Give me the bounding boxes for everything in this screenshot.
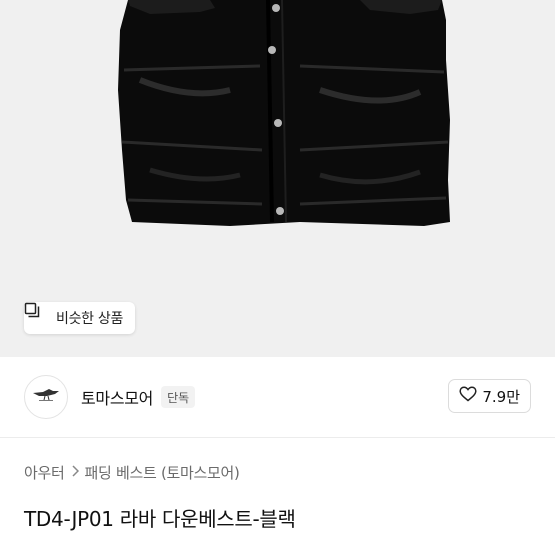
breadcrumb: 아우터 패딩 베스트 (토마스모어) [24,462,240,483]
bird-logo-icon [31,387,61,407]
shop-name[interactable]: 토마스모어 [81,385,153,409]
shop-row: 토마스모어 단독 7.9만 [0,357,555,438]
heart-outline-icon [459,386,477,406]
breadcrumb-item-subcategory[interactable]: 패딩 베스트 (토마스모어) [85,462,240,483]
similar-products-button[interactable]: 비슷한 상품 [24,302,136,334]
shop-logo[interactable] [24,375,68,419]
copy-square-icon [24,302,50,326]
product-image[interactable]: 비슷한 상품 [0,0,555,357]
like-count: 7.9만 [482,387,520,406]
exclusive-badge: 단독 [161,386,196,408]
breadcrumb-item-category[interactable]: 아우터 [24,462,65,483]
like-button[interactable]: 7.9만 [448,379,531,413]
similar-products-label: 비슷한 상품 [56,311,124,327]
product-title: TD4-JP01 라바 다운베스트-블랙 [24,507,296,531]
chevron-right-icon [71,464,79,481]
